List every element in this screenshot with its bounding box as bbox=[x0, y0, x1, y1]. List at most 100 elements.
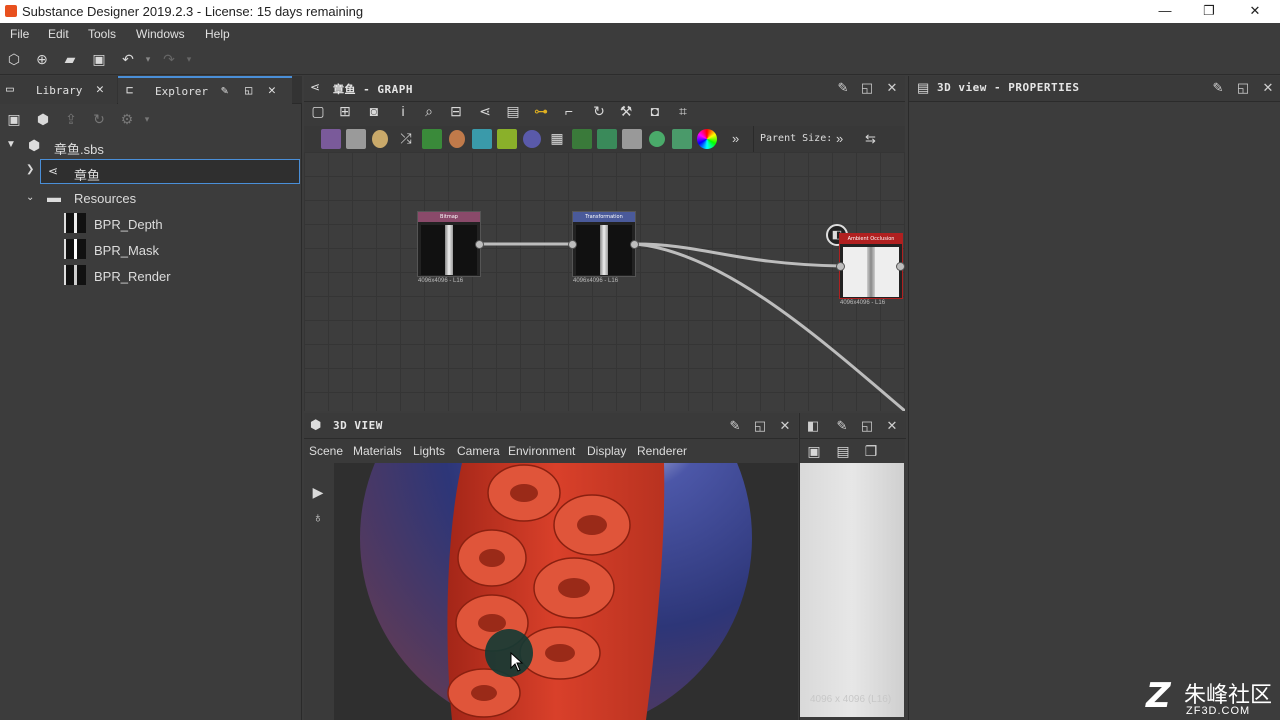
float-icon[interactable]: ◱ bbox=[753, 419, 767, 433]
copy-icon[interactable]: ❐ bbox=[862, 443, 880, 461]
close-icon[interactable]: ✕ bbox=[1261, 81, 1275, 95]
fit-view-icon[interactable]: ▣ bbox=[805, 443, 823, 461]
menu-windows[interactable]: Windows bbox=[136, 27, 185, 41]
input-port[interactable] bbox=[568, 240, 577, 249]
gradient-map-icon[interactable] bbox=[497, 129, 517, 149]
menu-materials[interactable]: Materials bbox=[353, 444, 402, 458]
pin-icon[interactable]: ✎ bbox=[728, 419, 742, 433]
more-icon[interactable]: » bbox=[836, 131, 843, 146]
close-icon[interactable]: ✕ bbox=[96, 82, 104, 97]
tree-resource-item[interactable]: BPR_Depth bbox=[94, 217, 163, 232]
ambient-occlusion-node[interactable]: Ambient Occlusion bbox=[839, 233, 903, 299]
pin-icon[interactable]: ✎ bbox=[836, 81, 850, 95]
save-icon[interactable]: ▣ bbox=[5, 111, 23, 129]
menu-display[interactable]: Display bbox=[587, 444, 626, 458]
float-icon[interactable]: ◱ bbox=[860, 419, 874, 433]
pin-icon[interactable]: ✎ bbox=[221, 83, 228, 97]
save-image-icon[interactable]: ▤ bbox=[834, 443, 852, 461]
menu-tools[interactable]: Tools bbox=[88, 27, 116, 41]
video-camera-icon[interactable]: ▶ bbox=[309, 484, 327, 502]
tree-resources-folder[interactable]: Resources bbox=[74, 191, 136, 206]
grid-icon[interactable]: ▦ bbox=[548, 130, 566, 148]
publish-icon[interactable]: ⬢ bbox=[34, 111, 52, 129]
close-icon[interactable]: ✕ bbox=[885, 419, 899, 433]
align-icon[interactable]: ⊟ bbox=[447, 103, 465, 121]
float-icon[interactable]: ◱ bbox=[1236, 81, 1250, 95]
info-icon[interactable]: i bbox=[394, 103, 412, 121]
curve-icon[interactable] bbox=[422, 129, 442, 149]
connect-icon[interactable]: ⌐ bbox=[560, 103, 578, 121]
search-icon[interactable]: ⌕ bbox=[420, 103, 438, 121]
output-port[interactable] bbox=[630, 240, 639, 249]
close-icon[interactable]: ✕ bbox=[268, 83, 276, 98]
crop-icon[interactable]: ⌗ bbox=[674, 103, 692, 121]
frame-icon[interactable]: ▤ bbox=[504, 103, 522, 121]
menu-camera[interactable]: Camera bbox=[457, 444, 500, 458]
uniform-color-icon[interactable] bbox=[372, 130, 388, 148]
new-package-icon[interactable]: ⬡ bbox=[5, 51, 23, 69]
graph-share-icon[interactable]: ⋖ bbox=[476, 103, 494, 121]
minimize-icon[interactable]: — bbox=[1150, 2, 1180, 20]
menu-lights[interactable]: Lights bbox=[413, 444, 445, 458]
menu-scene[interactable]: Scene bbox=[309, 444, 343, 458]
wrench-icon[interactable]: ⚒ bbox=[617, 103, 635, 121]
expand-arrow-icon[interactable]: ⌄ bbox=[26, 192, 34, 203]
open-folder-icon[interactable]: ▰ bbox=[61, 51, 79, 69]
link-icon[interactable]: ⊶ bbox=[532, 103, 550, 121]
redo-icon[interactable]: ↷ bbox=[160, 51, 178, 69]
channels-shuffle-icon[interactable] bbox=[572, 129, 592, 149]
save-all-icon[interactable]: ▣ bbox=[90, 51, 108, 69]
transformation-node[interactable]: Transformation bbox=[572, 211, 636, 277]
2d-view-image[interactable]: 4096 x 4096 (L16) bbox=[800, 463, 904, 717]
pin-icon[interactable]: ✎ bbox=[835, 419, 849, 433]
histogram-icon[interactable] bbox=[672, 129, 692, 149]
tree-graph[interactable]: 章鱼 bbox=[74, 165, 100, 184]
output-port[interactable] bbox=[475, 240, 484, 249]
tab-explorer[interactable]: ⊏ Explorer ✎ ◱ ✕ bbox=[118, 76, 292, 104]
float-icon[interactable]: ◱ bbox=[860, 81, 874, 95]
close-icon[interactable]: ✕ bbox=[1240, 2, 1270, 20]
menu-renderer[interactable]: Renderer bbox=[637, 444, 687, 458]
levels-icon[interactable] bbox=[597, 129, 617, 149]
bitmap-node-icon[interactable] bbox=[321, 129, 341, 149]
input-port[interactable] bbox=[836, 262, 845, 271]
hsl-icon[interactable] bbox=[649, 131, 665, 147]
preview-icon[interactable]: ◘ bbox=[646, 103, 664, 121]
blend-icon[interactable] bbox=[449, 130, 465, 148]
shuffle-icon[interactable]: ⤮ bbox=[397, 130, 415, 148]
expand-arrow-icon[interactable]: ▼ bbox=[6, 139, 16, 150]
menu-file[interactable]: File bbox=[10, 27, 29, 41]
tree-package[interactable]: 章鱼.sbs bbox=[54, 139, 104, 158]
link-chain-icon[interactable]: ⇆ bbox=[865, 131, 876, 147]
float-icon[interactable]: ◱ bbox=[245, 83, 252, 97]
menu-environment[interactable]: Environment bbox=[508, 444, 575, 458]
output-port[interactable] bbox=[896, 262, 905, 271]
undo-dropdown-icon[interactable]: ▾ bbox=[139, 51, 157, 69]
dropdown-icon[interactable]: ▾ bbox=[138, 111, 156, 129]
warp-icon[interactable] bbox=[523, 130, 541, 148]
menu-help[interactable]: Help bbox=[205, 27, 230, 41]
frame-selected-icon[interactable]: ⊞ bbox=[336, 103, 354, 121]
light-bulb-icon[interactable]: ♁ bbox=[309, 509, 327, 527]
tree-resource-item[interactable]: BPR_Mask bbox=[94, 243, 159, 258]
refresh-icon[interactable]: ↻ bbox=[590, 103, 608, 121]
new-graph-icon[interactable]: ⊕ bbox=[33, 51, 51, 69]
settings-icon[interactable]: ⚙ bbox=[118, 111, 136, 129]
transform-icon[interactable] bbox=[472, 129, 492, 149]
restore-icon[interactable]: ❐ bbox=[1194, 2, 1224, 20]
close-icon[interactable]: ✕ bbox=[885, 81, 899, 95]
undo-icon[interactable]: ↶ bbox=[119, 51, 137, 69]
distance-icon[interactable] bbox=[622, 129, 642, 149]
more-icon[interactable]: » bbox=[732, 131, 739, 146]
color-wheel-icon[interactable] bbox=[697, 129, 717, 149]
3d-viewport[interactable] bbox=[334, 463, 798, 720]
close-icon[interactable]: ✕ bbox=[778, 419, 792, 433]
svg-node-icon[interactable] bbox=[346, 129, 366, 149]
pin-icon[interactable]: ✎ bbox=[1211, 81, 1225, 95]
parent-size-label[interactable]: Parent Size: bbox=[760, 133, 832, 144]
frame-all-icon[interactable]: ▢ bbox=[309, 103, 327, 121]
graph-canvas[interactable]: Bitmap 4096x4096 - L16 Transformation 40… bbox=[304, 152, 905, 411]
export-icon[interactable]: ⇪ bbox=[62, 111, 80, 129]
redo-dropdown-icon[interactable]: ▾ bbox=[180, 51, 198, 69]
reload-icon[interactable]: ↻ bbox=[90, 111, 108, 129]
